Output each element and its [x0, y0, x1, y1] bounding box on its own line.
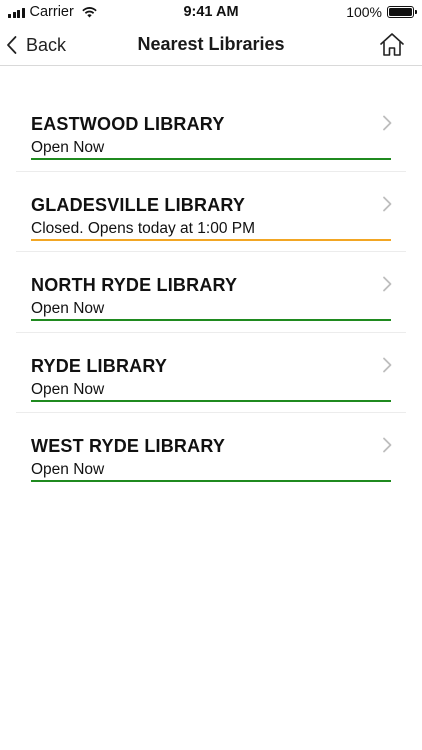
- battery-icon: [387, 6, 417, 18]
- battery-percent: 100%: [346, 4, 382, 20]
- status-indicator-line: [31, 319, 391, 321]
- chevron-right-icon: [383, 196, 392, 211]
- status-right: 100%: [346, 4, 417, 20]
- home-button[interactable]: [378, 31, 406, 59]
- list-item-library[interactable]: NORTH RYDE LIBRARY Open Now: [16, 252, 406, 333]
- library-name: GLADESVILLE LIBRARY: [31, 194, 246, 215]
- library-status: Open Now: [31, 461, 105, 478]
- list-item-library[interactable]: WEST RYDE LIBRARY Open Now: [16, 413, 406, 494]
- library-name: EASTWOOD LIBRARY: [31, 114, 225, 134]
- list-item-library[interactable]: RYDE LIBRARY Open Now: [16, 333, 406, 413]
- library-status: Closed. Opens today at 1:00 PM: [31, 219, 256, 237]
- navigation-bar: Back Nearest Libraries: [0, 24, 422, 66]
- chevron-right-icon: [383, 357, 392, 372]
- library-name: RYDE LIBRARY: [31, 355, 168, 376]
- list-item-library[interactable]: EASTWOOD LIBRARY Open Now: [16, 91, 406, 172]
- status-indicator-line: [31, 238, 391, 241]
- page-title: Nearest Libraries: [137, 34, 285, 54]
- library-name: NORTH RYDE LIBRARY: [31, 275, 238, 295]
- home-icon: [380, 33, 404, 56]
- list-item-library[interactable]: GLADESVILLE LIBRARY Closed. Opens today …: [16, 172, 406, 252]
- library-status: Open Now: [31, 380, 105, 398]
- library-status: Open Now: [31, 300, 105, 317]
- status-indicator-line: [31, 158, 391, 160]
- chevron-right-icon: [383, 115, 392, 131]
- status-indicator-line: [31, 480, 391, 482]
- chevron-right-icon: [383, 276, 392, 292]
- library-status: Open Now: [31, 139, 105, 156]
- library-list: EASTWOOD LIBRARY Open Now GLADESVILLE LI…: [16, 91, 406, 494]
- chevron-right-icon: [383, 437, 392, 453]
- status-bar: Carrier 9:41 AM 100%: [0, 0, 422, 24]
- status-indicator-line: [31, 399, 391, 402]
- library-name: WEST RYDE LIBRARY: [31, 436, 226, 456]
